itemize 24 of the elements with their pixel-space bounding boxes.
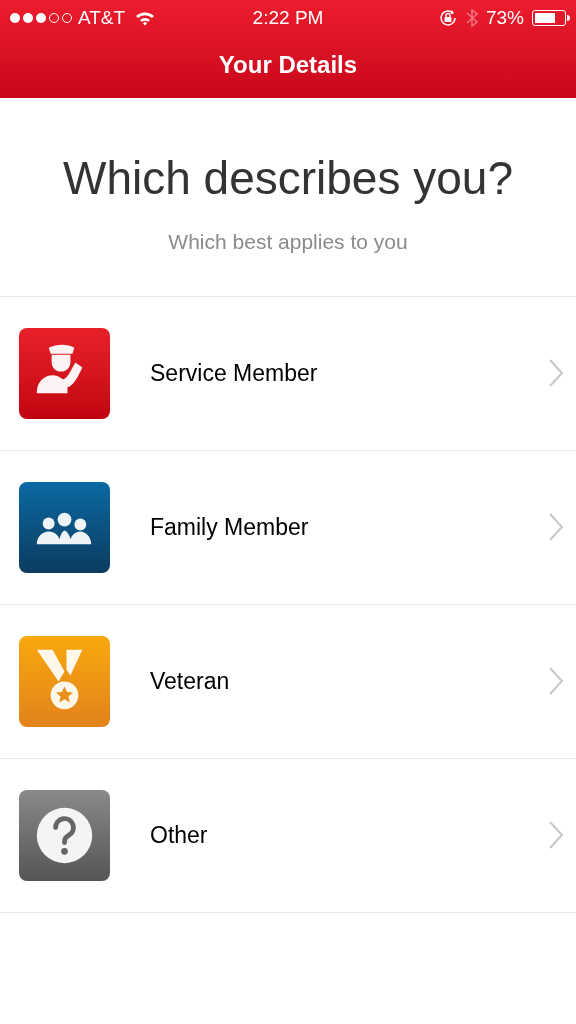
option-row[interactable]: Veteran xyxy=(0,604,576,759)
medal-icon xyxy=(19,635,110,727)
question-subtitle: Which best applies to you xyxy=(168,229,408,255)
chevron-icon xyxy=(548,820,564,850)
carrier: AT&T xyxy=(78,5,126,30)
screen-title: Your Details xyxy=(218,50,358,80)
chevron-icon xyxy=(548,358,564,388)
option-row[interactable]: Family Member xyxy=(0,450,576,605)
rotation-lock-icon xyxy=(437,8,458,28)
option-label: Service Member xyxy=(150,358,319,388)
option-label: Family Member xyxy=(150,512,310,542)
clock: 2:22 PM xyxy=(252,5,324,30)
people-icon xyxy=(19,481,110,573)
wifi-icon xyxy=(135,10,156,26)
battery-percentage: 73% xyxy=(485,5,524,30)
option-label: Veteran xyxy=(150,666,231,696)
option-row[interactable]: Service Member xyxy=(0,296,576,451)
soldier-icon xyxy=(19,327,110,419)
question-heading: Which describes you? xyxy=(63,151,513,206)
chevron-icon xyxy=(548,666,564,696)
option-row[interactable]: Other xyxy=(0,758,576,913)
option-label: Other xyxy=(150,820,209,850)
help-icon xyxy=(19,789,110,881)
chevron-icon xyxy=(548,512,564,542)
